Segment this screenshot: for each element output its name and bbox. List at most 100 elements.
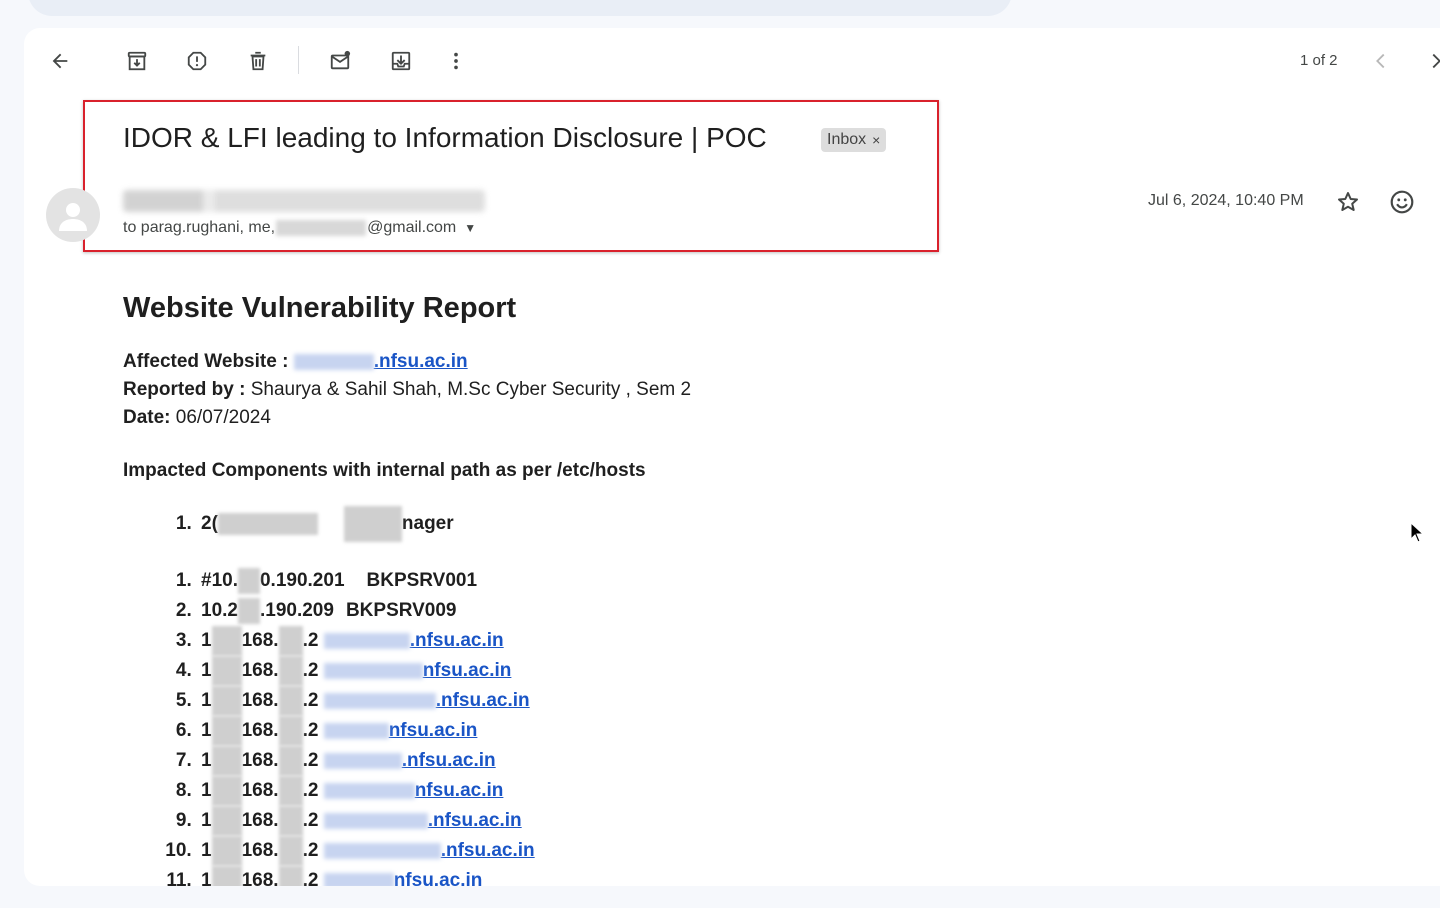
redacted-text	[278, 626, 303, 656]
redacted-text	[211, 626, 242, 656]
more-options-icon[interactable]	[436, 41, 476, 81]
redacted-text	[211, 866, 242, 886]
archive-icon[interactable]	[117, 41, 157, 81]
ip-segment: 168.	[241, 840, 279, 862]
domain-suffix: .nfsu.ac.in	[409, 630, 504, 652]
reported-by-line: Reported by : Shaurya & Sahil Shah, M.Sc…	[123, 376, 1023, 404]
reported-value: Shaurya & Sahil Shah, M.Sc Cyber Securit…	[250, 379, 692, 400]
person-icon	[59, 203, 87, 231]
redacted-text	[278, 776, 303, 807]
ip-end: .2	[302, 690, 319, 712]
ip-end: .2	[302, 630, 319, 652]
redacted-subdomain	[323, 753, 402, 770]
sender-name-redacted	[123, 190, 485, 212]
domain-suffix: nfsu.ac.in	[388, 720, 478, 742]
domain-suffix: .nfsu.ac.in	[440, 840, 535, 862]
ip-segment: 168.	[241, 720, 279, 742]
host-name: BKPSRV001	[366, 570, 478, 591]
ip-end: .2	[302, 870, 319, 886]
previous-message-icon[interactable]	[1361, 41, 1401, 81]
table-row: 1 168. .2 .nfsu.ac.in	[197, 746, 1023, 777]
table-row: 1 168. .2 .nfsu.ac.in	[197, 626, 1023, 656]
ip-segment: 168.	[241, 780, 279, 802]
move-to-icon[interactable]	[381, 41, 421, 81]
show-details-caret-icon[interactable]: ▼	[464, 221, 476, 235]
delete-icon[interactable]	[238, 41, 278, 81]
redacted-subdomain	[323, 843, 441, 860]
host-domain-link[interactable]: nfsu.ac.in	[323, 780, 503, 801]
report-title: Website Vulnerability Report	[123, 292, 517, 324]
table-row: 1 168. .2 .nfsu.ac.in	[197, 686, 1023, 717]
message-view: 1 of 2 IDOR & LFI leading to Information…	[24, 28, 1440, 886]
ip-suffix: .190.209	[259, 600, 334, 621]
affected-label: Affected Website :	[123, 351, 294, 372]
date-line: Date: 06/07/2024	[123, 404, 1023, 432]
host-domain-link[interactable]: .nfsu.ac.in	[323, 840, 535, 862]
redacted-subdomain	[323, 693, 436, 710]
host-domain-link[interactable]: .nfsu.ac.in	[323, 630, 504, 652]
ip-end: .2	[302, 840, 319, 862]
affected-domain-text: .nfsu.ac.in	[373, 351, 468, 372]
ip-prefix: 1	[201, 690, 212, 712]
redacted-text	[278, 716, 303, 747]
host-domain-link[interactable]: .nfsu.ac.in	[323, 750, 496, 771]
host-name: BKPSRV009	[345, 600, 457, 621]
ip-segment: 168.	[241, 630, 279, 652]
sender-avatar[interactable]	[46, 188, 100, 242]
back-arrow-icon[interactable]	[40, 41, 80, 81]
redacted-text	[237, 597, 260, 624]
ip-prefix: #10.	[201, 570, 238, 591]
date-value: 06/07/2024	[175, 407, 271, 428]
ip-end: .2	[302, 750, 319, 772]
redacted-text	[217, 513, 318, 535]
affected-website-line: Affected Website : .nfsu.ac.in	[123, 348, 1023, 376]
remove-label-icon[interactable]: ×	[872, 132, 880, 148]
emoji-reaction-icon[interactable]	[1384, 184, 1420, 220]
component-prefix: 2(	[201, 513, 218, 535]
inbox-label-chip[interactable]: Inbox ×	[821, 128, 887, 152]
reported-label: Reported by :	[123, 379, 251, 400]
table-row: 1 168. .2 nfsu.ac.in	[197, 866, 1023, 886]
list-item: 2(nager	[197, 506, 1023, 542]
hosts-list: #10. 0.190.201 BKPSRV001 10.2 .190.209 BKPSRV…	[123, 566, 1023, 886]
redacted-subdomain	[323, 723, 389, 740]
report-spam-icon[interactable]	[177, 41, 217, 81]
ip-segment: 168.	[241, 660, 279, 682]
recipient-redacted	[276, 220, 367, 236]
redacted-text	[237, 567, 260, 594]
redacted-text	[211, 746, 242, 777]
toolbar-divider	[298, 46, 299, 74]
ip-prefix: 1	[201, 750, 212, 772]
message-date: Jul 6, 2024, 10:40 PM	[1148, 192, 1304, 209]
ip-segment: 168.	[241, 690, 279, 712]
next-message-icon[interactable]	[1416, 41, 1440, 81]
host-domain-link[interactable]: nfsu.ac.in	[323, 870, 482, 886]
recipients-prefix: to parag.rughani, me,	[123, 219, 276, 236]
ip-segment: 168.	[241, 750, 279, 772]
host-domain-link[interactable]: .nfsu.ac.in	[323, 690, 530, 711]
redacted-text	[211, 836, 242, 867]
affected-website-link[interactable]: .nfsu.ac.in	[293, 351, 468, 372]
ip-end: .2	[302, 660, 319, 682]
host-domain-link[interactable]: .nfsu.ac.in	[323, 810, 522, 831]
redacted-text	[278, 836, 303, 867]
recipients-line[interactable]: to parag.rughani, me, @gmail.com ▼	[123, 219, 476, 237]
redacted-text	[211, 776, 242, 807]
redacted-subdomain	[293, 353, 374, 370]
redacted-text	[278, 866, 303, 886]
ip-segment: 168.	[241, 810, 279, 832]
redacted-subdomain	[323, 783, 415, 800]
redacted-text	[211, 656, 242, 687]
mark-unread-icon[interactable]	[320, 41, 360, 81]
ip-end: .2	[302, 810, 319, 832]
redacted-text	[211, 806, 242, 837]
redacted-text	[211, 686, 242, 717]
host-domain-link[interactable]: nfsu.ac.in	[323, 660, 511, 681]
pagination-count: 1 of 2	[1300, 52, 1338, 69]
redacted-subdomain	[323, 633, 410, 649]
table-row: 10.2 .190.209 BKPSRV009	[197, 596, 1023, 626]
ip-end: .2	[302, 720, 319, 742]
star-icon[interactable]	[1330, 184, 1366, 220]
redacted-text	[278, 746, 303, 777]
host-domain-link[interactable]: nfsu.ac.in	[323, 720, 478, 742]
